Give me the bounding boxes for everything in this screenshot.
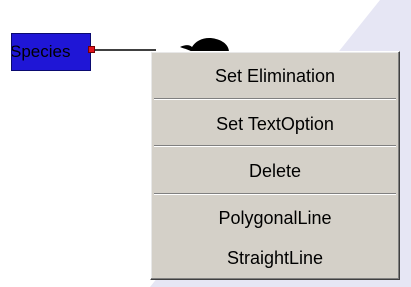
node-connection-handle[interactable]	[88, 46, 95, 53]
context-menu: Set Elimination Set TextOption Delete Po…	[150, 51, 400, 280]
species-node[interactable]: Species	[11, 33, 91, 71]
species-node-label: Species	[11, 42, 71, 61]
menu-item-set-textoption[interactable]: Set TextOption	[154, 106, 396, 142]
menu-separator	[154, 98, 396, 100]
menu-separator	[154, 145, 396, 147]
menu-item-polygonalline[interactable]: PolygonalLine	[154, 200, 396, 236]
menu-item-straightline[interactable]: StraightLine	[154, 240, 396, 276]
menu-item-delete[interactable]: Delete	[154, 153, 396, 189]
menu-item-set-elimination[interactable]: Set Elimination	[154, 58, 396, 94]
menu-separator	[154, 193, 396, 195]
black-blob-icon	[180, 37, 229, 52]
